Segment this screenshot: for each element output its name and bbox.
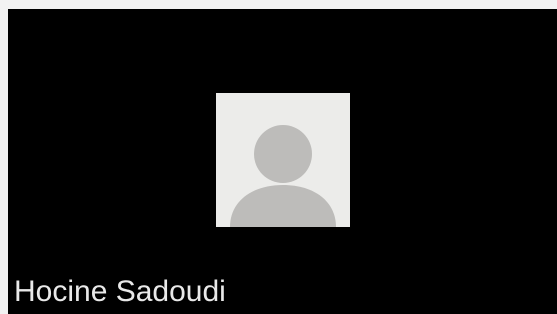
default-user-icon	[230, 125, 336, 227]
participant-video-tile[interactable]: Hocine Sadoudi	[8, 9, 557, 314]
participant-name: Hocine Sadoudi	[14, 275, 226, 308]
participant-avatar	[216, 93, 350, 227]
